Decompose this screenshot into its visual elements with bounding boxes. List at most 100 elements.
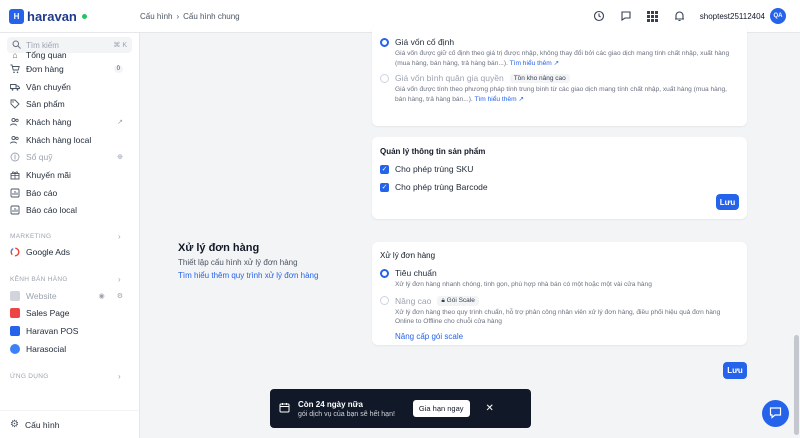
- sidebar-item-overview[interactable]: ⌂ Tổng quan: [0, 50, 139, 60]
- message-icon[interactable]: [619, 9, 633, 23]
- learn-more-link[interactable]: Tìm hiểu thêm: [510, 60, 552, 67]
- checkbox-label: Cho phép trùng SKU: [395, 164, 474, 174]
- radio-unselected[interactable]: [380, 296, 389, 306]
- section-apps[interactable]: ỨNG DỤNG ›: [0, 370, 139, 384]
- sidebar-item-sales-page[interactable]: Sales Page: [0, 305, 139, 323]
- sidebar-item-label: Khách hàng: [26, 116, 72, 127]
- order-count-badge: 0: [113, 64, 123, 73]
- sidebar-item-google-ads[interactable]: Google Ads: [0, 243, 139, 261]
- lock-icon: 🔒︎: [441, 296, 445, 304]
- option-label: Giá vốn bình quân gia quyền: [395, 73, 504, 84]
- tag-icon: [10, 99, 20, 109]
- plan-tag: 🔒︎ Gói Scale: [437, 295, 479, 306]
- sidebar-item-label: Harasocial: [26, 343, 67, 354]
- avatar[interactable]: QA: [770, 8, 786, 24]
- sidebar-item-website[interactable]: Website ◉ ⚙: [0, 287, 139, 305]
- apps-grid-icon[interactable]: [646, 9, 660, 23]
- plus-circle-icon[interactable]: ⊕: [117, 153, 123, 161]
- breadcrumb: Cấu hình › Cấu hình chung: [140, 12, 240, 21]
- sidebar-item-reports[interactable]: Báo cáo: [0, 184, 139, 202]
- radio-unselected[interactable]: [380, 73, 389, 83]
- sidebar: Tìm kiếm ⌘ K ⌂ Tổng quan Đơn hàng 0 Vận …: [0, 33, 140, 438]
- section-marketing[interactable]: MARKETING ›: [0, 229, 139, 243]
- sidebar-item-label: Google Ads: [26, 247, 70, 258]
- toast-title: Còn 24 ngày nữa: [298, 399, 363, 409]
- section-sales-channels[interactable]: KÊNH BÁN HÀNG ›: [0, 273, 139, 287]
- upgrade-scale-link[interactable]: Nâng cấp gói scale: [395, 332, 739, 341]
- section-label: MARKETING: [10, 232, 52, 240]
- sidebar-item-label: Đơn hàng: [26, 63, 64, 74]
- sidebar-item-promotions[interactable]: Khuyến mãi: [0, 166, 139, 184]
- save-product-button[interactable]: Lưu: [716, 194, 739, 210]
- allow-duplicate-barcode-checkbox[interactable]: ✓ Cho phép trùng Barcode: [380, 182, 739, 192]
- cost-method-card: Giá vốn cố định Giá vốn được giữ cố định…: [372, 23, 747, 126]
- option-description: Xử lý đơn hàng nhanh chóng, tinh gọn, ph…: [395, 281, 652, 288]
- checkbox-label: Cho phép trùng Barcode: [395, 182, 488, 192]
- users-icon: [10, 117, 20, 127]
- radio-selected[interactable]: [380, 268, 389, 278]
- bell-icon[interactable]: [673, 9, 687, 23]
- order-section-header: Xử lý đơn hàng Thiết lập cấu hình xử lý …: [178, 242, 358, 280]
- sidebar-item-harasocial[interactable]: Harasocial: [0, 340, 139, 358]
- radio-selected[interactable]: [380, 37, 389, 47]
- chat-support-button[interactable]: [762, 400, 789, 427]
- breadcrumb-parent[interactable]: Cấu hình: [140, 12, 172, 21]
- chat-icon: [769, 406, 782, 421]
- settings-icon[interactable]: ⚙: [117, 292, 123, 300]
- description-text: Giá vốn được giữ cố định theo giá trị đư…: [395, 50, 730, 67]
- product-info-card: Quản lý thông tin sản phẩm ✓ Cho phép tr…: [372, 137, 747, 219]
- shop-name[interactable]: shoptest25112404: [700, 12, 765, 21]
- cost-option-fixed[interactable]: Giá vốn cố định: [380, 37, 739, 47]
- sidebar-item-customers-local[interactable]: Khách hàng local: [0, 131, 139, 149]
- eye-icon[interactable]: ◉: [99, 292, 105, 300]
- toast-subtitle: gói dịch vụ của bạn sẽ hết hạn!: [298, 410, 395, 418]
- order-option-advanced[interactable]: Nâng cao 🔒︎ Gói Scale: [380, 295, 739, 306]
- sidebar-item-products[interactable]: Sản phẩm: [0, 95, 139, 113]
- plan-tag: Tồn kho nâng cao: [509, 73, 570, 83]
- sidebar-item-orders[interactable]: Đơn hàng 0: [0, 60, 139, 78]
- home-icon: ⌂: [12, 50, 18, 60]
- sidebar-item-reports-local[interactable]: Báo cáo local: [0, 202, 139, 220]
- search-shortcut: ⌘ K: [113, 42, 127, 49]
- harasocial-icon: [10, 343, 20, 354]
- gift-icon: [10, 170, 20, 180]
- cost-option-weighted[interactable]: Giá vốn bình quân gia quyền Tồn kho nâng…: [380, 73, 739, 83]
- logo-icon: H: [9, 8, 24, 24]
- chevron-right-icon: ›: [118, 231, 121, 241]
- check-icon[interactable]: ✓: [380, 164, 389, 174]
- renew-now-button[interactable]: Gia hạn ngay: [412, 400, 470, 417]
- report-icon: [10, 188, 20, 198]
- search-placeholder: Tìm kiếm: [26, 40, 59, 50]
- brand-logo[interactable]: H haravan: [0, 8, 140, 24]
- brand-name: haravan: [27, 8, 77, 24]
- learn-more-order-link[interactable]: Tìm hiểu thêm quy trình xử lý đơn hàng: [178, 271, 358, 280]
- sidebar-item-label: Tổng quan: [26, 50, 67, 60]
- sidebar-item-haravan-pos[interactable]: Haravan POS: [0, 322, 139, 340]
- external-link-icon: ↗: [553, 59, 560, 67]
- section-title: Xử lý đơn hàng: [178, 242, 260, 254]
- scrollbar[interactable]: [794, 335, 799, 435]
- sidebar-item-cashbook[interactable]: Sổ quỹ ⊕: [0, 148, 139, 166]
- status-dot: [81, 13, 87, 19]
- sidebar-item-label: Báo cáo: [26, 187, 58, 198]
- chevron-right-icon: ›: [118, 372, 121, 382]
- order-option-standard[interactable]: Tiêu chuẩn: [380, 268, 739, 278]
- check-icon[interactable]: ✓: [380, 182, 389, 192]
- section-subtitle: Thiết lập cấu hình xử lý đơn hàng: [178, 258, 298, 267]
- close-icon[interactable]: ✕: [486, 403, 494, 414]
- learn-more-link[interactable]: Tìm hiểu thêm: [474, 96, 516, 103]
- sidebar-item-label: Vận chuyển: [26, 81, 71, 92]
- external-link-icon[interactable]: ↗: [117, 118, 123, 126]
- truck-icon: [10, 82, 20, 92]
- description-text: Giá vốn được tính theo phương pháp tính …: [395, 86, 728, 103]
- sidebar-item-settings[interactable]: ⚙ Cấu hình: [0, 410, 139, 438]
- history-icon[interactable]: [592, 9, 606, 23]
- plan-tag-label: Gói Scale: [446, 296, 475, 304]
- sidebar-item-shipping[interactable]: Vận chuyển: [0, 78, 139, 96]
- allow-duplicate-sku-checkbox[interactable]: ✓ Cho phép trùng SKU: [380, 164, 739, 174]
- external-link-icon: ↗: [518, 95, 524, 103]
- sidebar-item-label: Báo cáo local: [26, 205, 78, 216]
- save-page-button[interactable]: Lưu: [723, 362, 747, 379]
- sidebar-item-customers[interactable]: Khách hàng ↗: [0, 113, 139, 131]
- option-label: Giá vốn cố định: [395, 37, 455, 47]
